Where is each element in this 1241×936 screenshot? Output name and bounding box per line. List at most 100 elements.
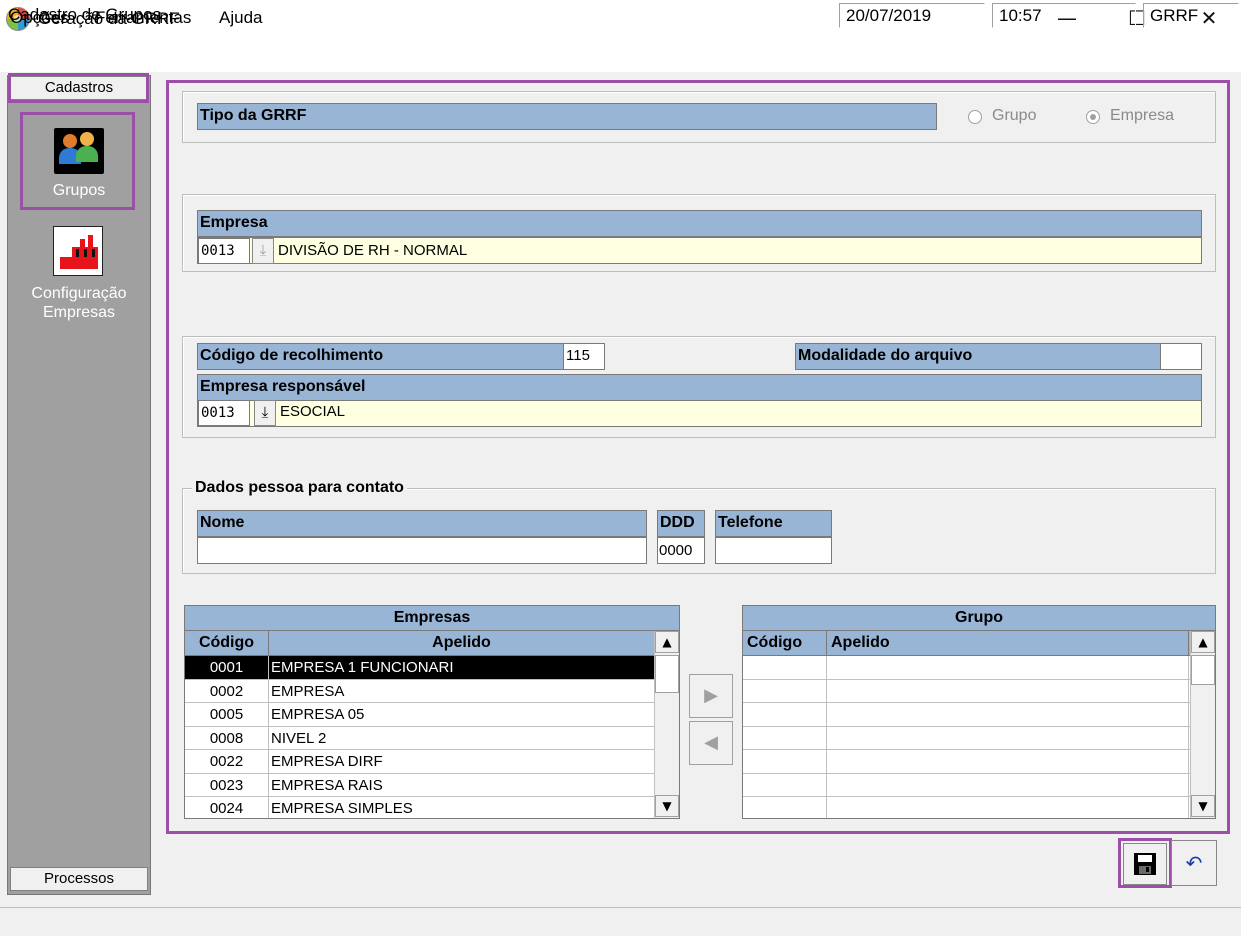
cell-codigo: 0005: [185, 703, 269, 726]
ddd-label: DDD: [657, 510, 705, 537]
cadastros-highlight: [8, 73, 149, 103]
scroll-thumb[interactable]: [655, 655, 679, 693]
empresa-responsavel-code-input[interactable]: 0013: [198, 400, 250, 426]
empresa-responsavel-lookup-button[interactable]: ⤓: [254, 400, 276, 426]
empresa-label: Empresa: [197, 210, 1202, 237]
status-date: 20/07/2019: [839, 3, 985, 28]
grupo-cell-apelido: [827, 703, 1189, 726]
empresa-responsavel-field: [197, 400, 1202, 427]
grupo-empty-row[interactable]: [743, 703, 1215, 727]
grupo-cell-apelido: [827, 679, 1189, 702]
table-row[interactable]: 0023 EMPRESA RAIS: [185, 773, 679, 797]
grupo-empty-row[interactable]: [743, 750, 1215, 774]
empresa-responsavel-label: Empresa responsável: [197, 374, 1202, 401]
empresas-scrollbar[interactable]: ▲ ▼: [654, 631, 679, 818]
empresas-rows: 0001 EMPRESA 1 FUNCIONARI 0002 EMPRESA 0005 E…: [185, 656, 679, 818]
grupo-cell-apelido: [827, 656, 1189, 679]
scroll-up-icon[interactable]: ▲: [655, 631, 679, 653]
codigo-recolhimento-label: Código de recolhimento: [197, 343, 564, 370]
grupo-cell-apelido: [827, 797, 1189, 818]
undo-icon: ↶: [1185, 851, 1203, 875]
cell-codigo: 0008: [185, 726, 269, 749]
cell-codigo: 0002: [185, 679, 269, 702]
table-row[interactable]: 0022 EMPRESA DIRF: [185, 750, 679, 774]
grupo-cell-apelido: [827, 750, 1189, 773]
cell-codigo: 0001: [185, 656, 269, 679]
grupo-cell-codigo: [743, 726, 827, 749]
radio-grupo-label[interactable]: Grupo: [992, 107, 1036, 125]
table-row[interactable]: 0002 EMPRESA: [185, 679, 679, 703]
grupo-col-apelido[interactable]: Apelido: [827, 631, 1189, 655]
grupo-cell-apelido: [827, 773, 1189, 796]
grupo-scroll-down-icon[interactable]: ▼: [1191, 795, 1215, 817]
grupo-col-codigo[interactable]: Código: [743, 631, 827, 655]
grupo-cell-codigo: [743, 703, 827, 726]
users-group-icon[interactable]: [54, 128, 104, 174]
contato-legend: Dados pessoa para contato: [192, 479, 407, 497]
cell-codigo: 0024: [185, 797, 269, 818]
sidebar-item-configuracao-empresas[interactable]: Configuração Empresas: [7, 284, 151, 322]
table-row[interactable]: 0001 EMPRESA 1 FUNCIONARI: [185, 656, 679, 680]
undo-button[interactable]: ↶: [1171, 840, 1217, 886]
status-bar: [0, 907, 1241, 936]
empresa-responsavel-name: ESOCIAL: [280, 403, 346, 420]
grupo-rows: [743, 656, 1215, 818]
grupo-cell-codigo: [743, 750, 827, 773]
status-module: GRRF: [1143, 3, 1239, 28]
cell-apelido: EMPRESA 1 FUNCIONARI: [269, 656, 655, 679]
empresas-table-header: Código Apelido: [185, 631, 679, 656]
tipo-grrf-label: Tipo da GRRF: [197, 103, 937, 130]
floppy-disk-icon: [1134, 853, 1156, 875]
cell-codigo: 0022: [185, 750, 269, 773]
col-apelido[interactable]: Apelido: [269, 631, 655, 655]
table-row[interactable]: 0024 EMPRESA SIMPLES: [185, 797, 679, 818]
remove-from-group-button[interactable]: ◀: [689, 721, 733, 765]
table-row[interactable]: 0008 NIVEL 2: [185, 726, 679, 750]
status-time: 10:57: [992, 3, 1136, 28]
cell-apelido: EMPRESA 05: [269, 703, 655, 726]
telefone-input[interactable]: [715, 537, 832, 564]
radio-grupo[interactable]: [968, 110, 982, 124]
menu-bar: [0, 38, 1241, 72]
modalidade-arquivo-label: Modalidade do arquivo: [795, 343, 1161, 370]
save-button[interactable]: [1123, 843, 1167, 885]
grupo-empty-row[interactable]: [743, 656, 1215, 680]
grupo-table-header: Código Apelido: [743, 631, 1215, 656]
ddd-input[interactable]: 0000: [657, 537, 705, 564]
cell-apelido: NIVEL 2: [269, 726, 655, 749]
grupo-scroll-thumb[interactable]: [1191, 655, 1215, 685]
empresa-name: DIVISÃO DE RH - NORMAL: [278, 242, 468, 259]
empresas-table-title: Empresas: [185, 606, 679, 631]
grupo-empty-row[interactable]: [743, 679, 1215, 703]
empresa-lookup-button[interactable]: ⤓: [252, 238, 274, 264]
cell-apelido: EMPRESA DIRF: [269, 750, 655, 773]
scroll-down-icon[interactable]: ▼: [655, 795, 679, 817]
grupo-table-title: Grupo: [743, 606, 1215, 631]
table-row[interactable]: 0005 EMPRESA 05: [185, 703, 679, 727]
add-to-group-button[interactable]: ▶: [689, 674, 733, 718]
grupo-empty-row[interactable]: [743, 773, 1215, 797]
grupo-scrollbar[interactable]: ▲ ▼: [1190, 631, 1215, 818]
radio-empresa[interactable]: [1086, 110, 1100, 124]
empresas-table: Empresas Código Apelido 0001 EMPRESA 1 FU…: [184, 605, 680, 819]
grupo-cell-codigo: [743, 773, 827, 796]
grupo-cell-codigo: [743, 656, 827, 679]
cell-apelido: EMPRESA SIMPLES: [269, 797, 655, 818]
radio-empresa-label[interactable]: Empresa: [1110, 107, 1174, 125]
cell-codigo: 0023: [185, 773, 269, 796]
status-message: Cadastro de Grupos: [8, 5, 162, 24]
nome-input[interactable]: [197, 537, 647, 564]
factory-icon[interactable]: [53, 226, 103, 276]
cell-apelido: EMPRESA RAIS: [269, 773, 655, 796]
codigo-recolhimento-input[interactable]: 115: [563, 343, 605, 370]
grupo-empty-row[interactable]: [743, 797, 1215, 818]
grupo-cell-codigo: [743, 797, 827, 818]
sidebar-item-grupos[interactable]: Grupos: [7, 182, 151, 200]
col-codigo[interactable]: Código: [185, 631, 269, 655]
modalidade-arquivo-input[interactable]: [1160, 343, 1202, 370]
tab-processos[interactable]: Processos: [10, 867, 148, 891]
grupo-empty-row[interactable]: [743, 726, 1215, 750]
nome-label: Nome: [197, 510, 647, 537]
grupo-scroll-up-icon[interactable]: ▲: [1191, 631, 1215, 653]
empresa-code-input[interactable]: 0013: [198, 238, 250, 264]
